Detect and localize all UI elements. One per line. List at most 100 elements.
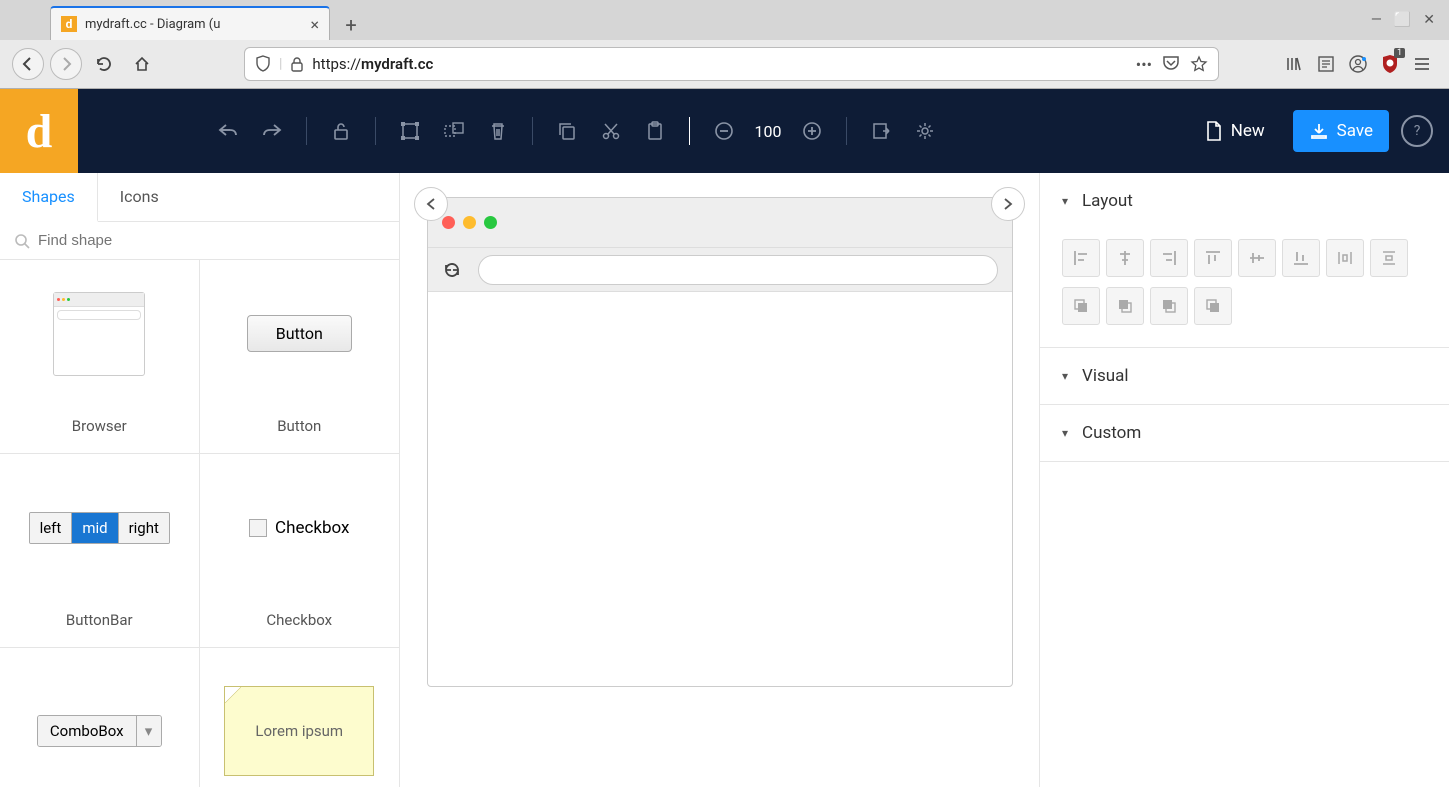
canvas-next-button[interactable]: [991, 187, 1025, 221]
tab-icons[interactable]: Icons: [98, 173, 181, 221]
rp-title: Layout: [1082, 191, 1133, 211]
chevron-down-icon: ▾: [1062, 369, 1068, 383]
nav-home-button[interactable]: [126, 48, 158, 80]
rp-title: Custom: [1082, 423, 1141, 443]
arrow-left-icon: [20, 56, 36, 72]
paste-button[interactable]: [635, 111, 675, 151]
chevron-down-icon: ▾: [1062, 426, 1068, 440]
copy-button[interactable]: [547, 111, 587, 151]
left-panel: Shapes Icons Browser Button Button leftm…: [0, 173, 400, 787]
app-root: d 100 New: [0, 89, 1449, 787]
align-right-button[interactable]: [1150, 239, 1188, 277]
settings-button[interactable]: [905, 111, 945, 151]
favicon-icon: d: [61, 16, 77, 32]
tracking-shield-icon[interactable]: [255, 55, 271, 73]
save-button[interactable]: Save: [1293, 110, 1389, 152]
download-icon: [1309, 122, 1329, 140]
buttonbar-preview-icon: leftmidright: [29, 512, 170, 544]
app-body: Shapes Icons Browser Button Button leftm…: [0, 173, 1449, 787]
url-text: https://mydraft.cc: [312, 55, 1127, 73]
library-icon[interactable]: [1285, 55, 1303, 73]
browser-preview-icon: [53, 292, 145, 376]
help-button[interactable]: ?: [1401, 115, 1433, 147]
window-minimize-icon[interactable]: —: [1371, 12, 1382, 28]
align-left-button[interactable]: [1062, 239, 1100, 277]
shape-item-comment[interactable]: Lorem ipsum: [200, 648, 400, 787]
rp-head-layout[interactable]: ▾ Layout: [1040, 173, 1449, 229]
shape-search-input[interactable]: [38, 232, 385, 249]
window-controls: — ⬜ ✕: [1371, 12, 1435, 28]
browser-chrome: — ⬜ ✕ d mydraft.cc - Diagram (u × + |: [0, 0, 1449, 89]
new-tab-button[interactable]: +: [336, 10, 366, 40]
hamburger-menu-icon[interactable]: [1413, 55, 1431, 73]
bookmark-star-icon[interactable]: [1190, 55, 1208, 74]
zoom-value: 100: [752, 122, 784, 141]
ublock-icon[interactable]: 1: [1381, 54, 1399, 74]
tab-close-icon[interactable]: ×: [310, 15, 319, 34]
pocket-icon[interactable]: [1162, 55, 1180, 74]
canvas-prev-button[interactable]: [414, 187, 448, 221]
shape-item-buttonbar[interactable]: leftmidright ButtonBar: [0, 454, 200, 648]
cut-button[interactable]: [591, 111, 631, 151]
distribute-v-button[interactable]: [1370, 239, 1408, 277]
shape-item-checkbox[interactable]: Checkbox Checkbox: [200, 454, 400, 648]
rp-body-layout: [1040, 229, 1449, 347]
new-button[interactable]: New: [1189, 110, 1281, 152]
rp-section-layout: ▾ Layout: [1040, 173, 1449, 348]
rp-head-visual[interactable]: ▾ Visual: [1040, 348, 1449, 404]
artboard-browser[interactable]: [427, 197, 1013, 687]
account-icon[interactable]: [1349, 55, 1367, 73]
traffic-yellow-icon: [463, 216, 476, 229]
app-logo[interactable]: d: [0, 89, 78, 173]
group-button[interactable]: [390, 111, 430, 151]
chevron-down-icon: ▾: [1062, 194, 1068, 208]
nav-back-button[interactable]: [12, 48, 44, 80]
bring-forward-button[interactable]: [1106, 287, 1144, 325]
undo-button[interactable]: [208, 111, 248, 151]
nav-reload-button[interactable]: [88, 48, 120, 80]
url-bar[interactable]: | https://mydraft.cc •••: [244, 47, 1219, 81]
zoom-in-button[interactable]: [792, 111, 832, 151]
shape-label: Browser: [72, 417, 127, 443]
right-panel: ▾ Layout: [1039, 173, 1449, 787]
align-bottom-button[interactable]: [1282, 239, 1320, 277]
rp-head-custom[interactable]: ▾ Custom: [1040, 405, 1449, 461]
align-hcenter-button[interactable]: [1106, 239, 1144, 277]
save-label: Save: [1337, 121, 1373, 141]
align-vcenter-button[interactable]: [1238, 239, 1276, 277]
shape-item-button[interactable]: Button Button: [200, 260, 400, 454]
tab-shapes[interactable]: Shapes: [0, 173, 98, 222]
align-row-2: [1062, 287, 1427, 325]
reload-icon: [95, 55, 113, 73]
shape-item-browser[interactable]: Browser: [0, 260, 200, 454]
ungroup-button[interactable]: [434, 111, 474, 151]
artboard-reload-icon[interactable]: [442, 260, 462, 280]
reader-icon[interactable]: [1317, 55, 1335, 73]
send-back-button[interactable]: [1194, 287, 1232, 325]
shape-item-combobox[interactable]: ComboBox▾: [0, 648, 200, 787]
artboard-address-input[interactable]: [478, 255, 998, 285]
delete-button[interactable]: [478, 111, 518, 151]
canvas-scroll[interactable]: [400, 173, 1039, 787]
browser-tab[interactable]: d mydraft.cc - Diagram (u ×: [50, 6, 330, 40]
toolbar: 100: [78, 111, 1189, 151]
tab-title: mydraft.cc - Diagram (u: [85, 17, 302, 32]
distribute-h-button[interactable]: [1326, 239, 1364, 277]
window-maximize-icon[interactable]: ⬜: [1394, 12, 1411, 28]
lock-button[interactable]: [321, 111, 361, 151]
send-backward-button[interactable]: [1150, 287, 1188, 325]
lock-icon[interactable]: [290, 56, 304, 72]
traffic-green-icon: [484, 216, 497, 229]
redo-button[interactable]: [252, 111, 292, 151]
traffic-red-icon: [442, 216, 455, 229]
zoom-out-button[interactable]: [704, 111, 744, 151]
nav-forward-button[interactable]: [50, 48, 82, 80]
align-top-button[interactable]: [1194, 239, 1232, 277]
nav-bar: | https://mydraft.cc ••• 1: [0, 40, 1449, 88]
home-icon: [133, 55, 151, 73]
more-icon[interactable]: •••: [1136, 55, 1152, 74]
export-button[interactable]: [861, 111, 901, 151]
window-close-icon[interactable]: ✕: [1423, 12, 1435, 28]
shapes-grid: Browser Button Button leftmidright Butto…: [0, 260, 399, 787]
bring-front-button[interactable]: [1062, 287, 1100, 325]
